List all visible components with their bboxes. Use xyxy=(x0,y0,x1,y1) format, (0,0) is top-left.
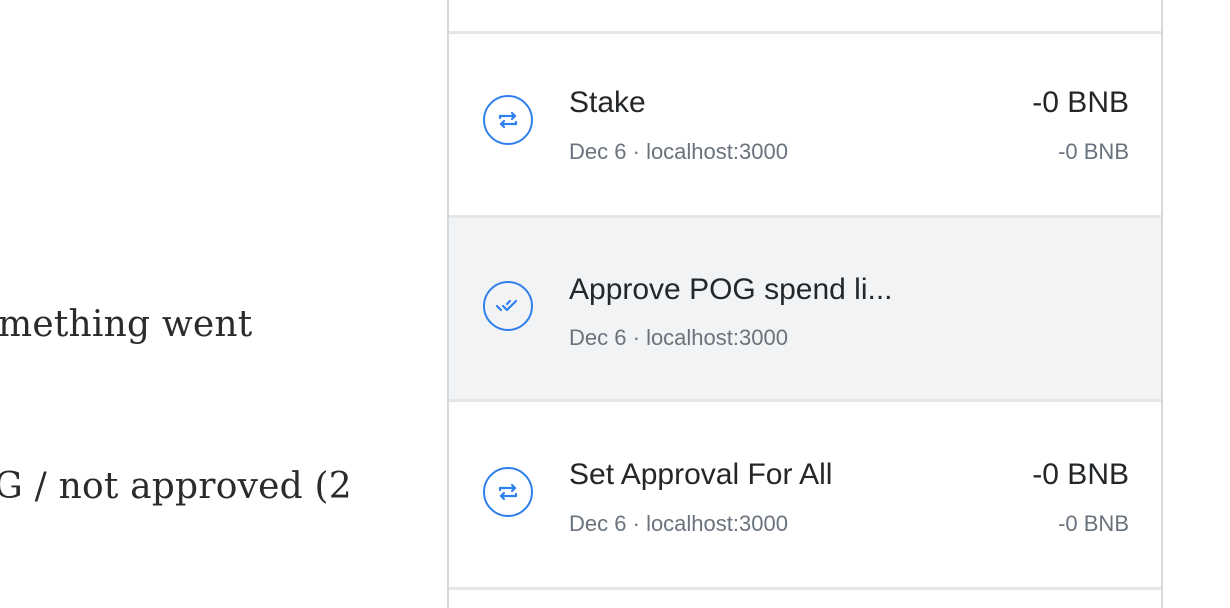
activity-title: Approve POG spend li... xyxy=(569,273,893,306)
activity-subtitle: Dec 6 · localhost:3000 xyxy=(569,511,788,537)
activity-secondary-amount: -0 BNB xyxy=(1058,511,1129,536)
double-check-icon xyxy=(483,281,533,331)
activity-item-set-approval[interactable]: Set Approval For All Dec 6 · localhost:3… xyxy=(449,406,1161,590)
activity-secondary-amount: -0 BNB xyxy=(1058,139,1129,164)
separator-dot: · xyxy=(632,511,640,536)
separator-dot: · xyxy=(632,139,640,164)
previous-activity-item[interactable] xyxy=(449,0,1161,34)
activity-origin: localhost:3000 xyxy=(646,325,788,350)
activity-date: Dec 6 xyxy=(569,511,627,536)
activity-item-stake[interactable]: Stake Dec 6 · localhost:3000 -0 BNB -0 B… xyxy=(449,34,1161,218)
background-text-line-1: mething went xyxy=(0,304,253,345)
background-text-line-2: G / not approved (2 xyxy=(0,466,352,507)
activity-amount: -0 BNB xyxy=(1032,86,1129,119)
activity-amount: -0 BNB xyxy=(1032,458,1129,491)
activity-origin: localhost:3000 xyxy=(646,139,788,164)
activity-title: Stake xyxy=(569,86,646,119)
activity-list: Stake Dec 6 · localhost:3000 -0 BNB -0 B… xyxy=(447,0,1163,608)
activity-subtitle: Dec 6 · localhost:3000 xyxy=(569,139,788,165)
activity-subtitle: Dec 6 · localhost:3000 xyxy=(569,325,788,351)
activity-item-approve[interactable]: Approve POG spend li... Dec 6 · localhos… xyxy=(449,218,1161,402)
activity-date: Dec 6 xyxy=(569,139,627,164)
separator-dot: · xyxy=(632,325,640,350)
activity-date: Dec 6 xyxy=(569,325,627,350)
swap-arrows-icon xyxy=(483,467,533,517)
activity-origin: localhost:3000 xyxy=(646,511,788,536)
swap-arrows-icon xyxy=(483,95,533,145)
next-activity-item[interactable] xyxy=(449,590,1161,608)
activity-title: Set Approval For All xyxy=(569,458,833,491)
page: mething went G / not approved (2 Stake D… xyxy=(0,0,1230,608)
